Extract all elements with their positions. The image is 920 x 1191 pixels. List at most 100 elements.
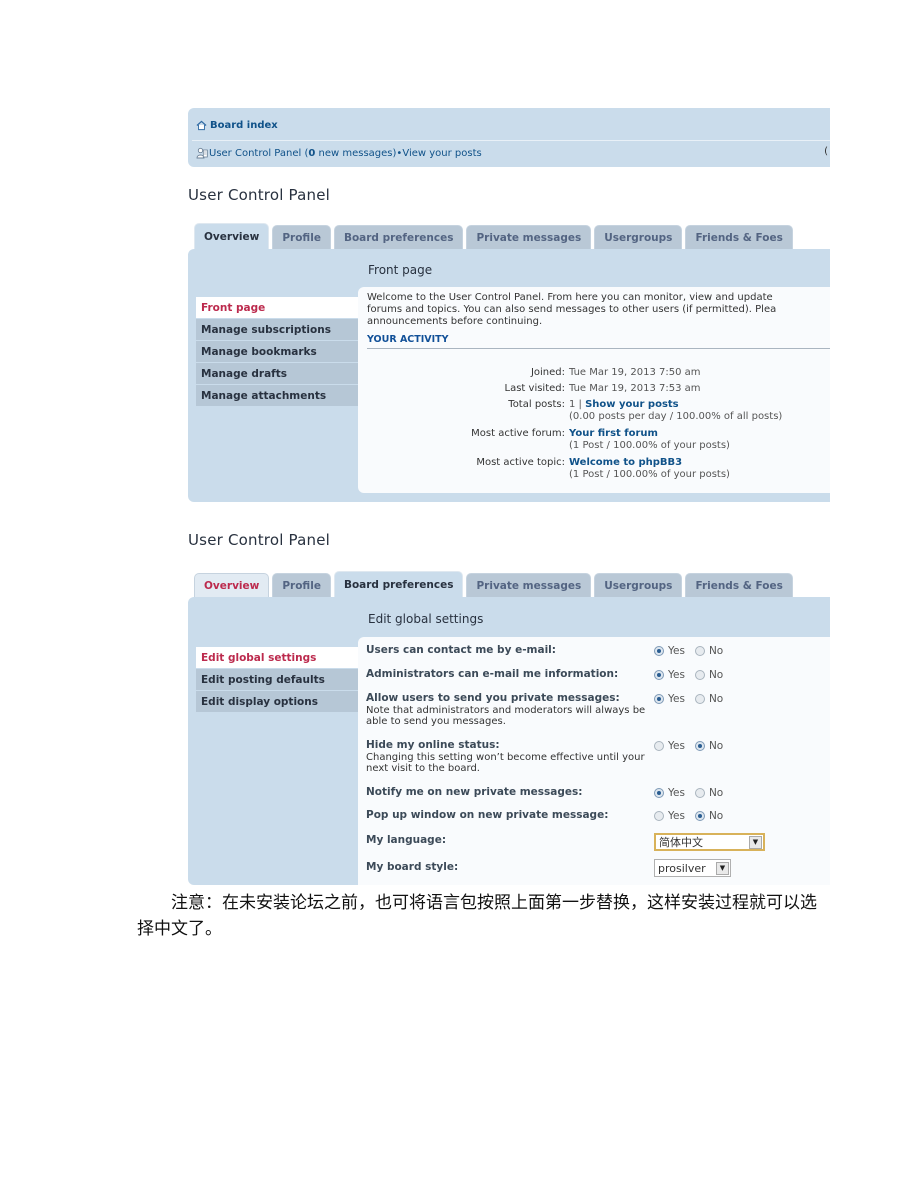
tab-profile[interactable]: Profile xyxy=(272,225,331,249)
ucp-tabs: Overview Profile Board preferences Priva… xyxy=(194,571,793,597)
setting-row: Administrators can e-mail me information… xyxy=(366,668,826,681)
setting-note: Changing this setting won’t become effec… xyxy=(366,751,645,775)
total-posts-label: Total posts: xyxy=(508,399,565,410)
radio-group: Yes No xyxy=(654,693,729,705)
welcome-line: Welcome to the User Control Panel. From … xyxy=(367,292,773,303)
radio-no[interactable] xyxy=(694,788,705,798)
tab-board-preferences[interactable]: Board preferences xyxy=(333,225,464,249)
navbar-divider xyxy=(192,140,830,141)
page-title: User Control Panel xyxy=(188,186,331,204)
yes-label: Yes xyxy=(668,645,685,657)
setting-title: Notify me on new private messages: xyxy=(366,786,583,798)
most-active-forum-link[interactable]: Your first forum xyxy=(569,428,658,439)
ucp-link[interactable]: User Control Panel (0 new messages) xyxy=(209,148,396,159)
navbar: Board index User Control Panel (0 new me… xyxy=(188,108,830,167)
tab-usergroups[interactable]: Usergroups xyxy=(594,573,683,597)
tab-friends-foes[interactable]: Friends & Foes xyxy=(685,225,793,249)
chevron-down-icon[interactable]: ▼ xyxy=(716,861,729,875)
tab-board-preferences[interactable]: Board preferences xyxy=(333,571,464,597)
setting-title: Pop up window on new private message: xyxy=(366,809,609,821)
language-select[interactable]: 简体中文 ▼ xyxy=(654,833,765,851)
total-posts-detail: (0.00 posts per day / 100.00% of all pos… xyxy=(569,411,783,422)
most-active-topic-value: Welcome to phpBB3 (1 Post / 100.00% of y… xyxy=(569,457,730,481)
section-title: Front page xyxy=(368,263,433,277)
setting-note: Note that administrators and moderators … xyxy=(366,704,646,728)
section-title: Edit global settings xyxy=(368,612,484,626)
radio-group: Yes No xyxy=(654,787,729,799)
radio-no[interactable] xyxy=(694,670,705,680)
radio-group: Yes No xyxy=(654,810,729,822)
style-select[interactable]: prosilver ▼ xyxy=(654,859,731,877)
menu-edit-posting-defaults[interactable]: Edit posting defaults xyxy=(196,669,364,691)
activity-joined: Joined: Tue Mar 19, 2013 7:50 am xyxy=(358,367,828,379)
radio-no[interactable] xyxy=(694,811,705,821)
setting-label: Hide my online status: Changing this sett… xyxy=(366,739,654,775)
setting-label: Pop up window on new private message: xyxy=(366,809,654,822)
setting-row: Allow users to send you private messages… xyxy=(366,692,826,728)
no-label: No xyxy=(708,669,724,681)
tab-private-messages[interactable]: Private messages xyxy=(466,573,592,597)
radio-no[interactable] xyxy=(694,694,705,704)
tab-usergroups[interactable]: Usergroups xyxy=(594,225,683,249)
setting-label: Administrators can e-mail me information… xyxy=(366,668,654,681)
total-posts-count: 1 | xyxy=(569,399,586,410)
no-label: No xyxy=(708,740,724,752)
menu-manage-attachments[interactable]: Manage attachments xyxy=(196,385,364,407)
welcome-text: Welcome to the User Control Panel. From … xyxy=(367,292,837,328)
board-index-link[interactable]: Board index xyxy=(196,118,278,132)
tab-profile[interactable]: Profile xyxy=(272,573,331,597)
radio-no[interactable] xyxy=(694,741,705,751)
most-active-topic-label: Most active topic: xyxy=(476,457,565,468)
tab-overview[interactable]: Overview xyxy=(194,223,270,249)
setting-label: Allow users to send you private messages… xyxy=(366,692,654,728)
ucp-link-text: User Control Panel ( xyxy=(209,147,309,159)
radio-yes[interactable] xyxy=(654,646,664,656)
activity-most-active-topic: Most active topic: Welcome to phpBB3 (1 … xyxy=(358,457,828,481)
joined-value: Tue Mar 19, 2013 7:50 am xyxy=(569,367,701,378)
menu-manage-bookmarks[interactable]: Manage bookmarks xyxy=(196,341,364,363)
yes-label: Yes xyxy=(668,693,685,705)
no-label: No xyxy=(708,693,724,705)
activity-most-active-forum: Most active forum: Your first forum (1 P… xyxy=(358,428,828,452)
your-activity-heading: YOUR ACTIVITY xyxy=(367,334,830,349)
setting-title: Users can contact me by e-mail: xyxy=(366,644,556,656)
board-index-label[interactable]: Board index xyxy=(210,120,278,131)
overview-content: Welcome to the User Control Panel. From … xyxy=(358,287,830,493)
radio-group: Yes No xyxy=(654,740,729,752)
settings-form: Users can contact me by e-mail: Yes No A… xyxy=(358,637,830,885)
radio-yes[interactable] xyxy=(654,788,664,798)
menu-edit-global-settings[interactable]: Edit global settings xyxy=(196,647,368,669)
menu-front-page[interactable]: Front page xyxy=(196,297,368,319)
radio-yes[interactable] xyxy=(654,741,664,751)
setting-title: Administrators can e-mail me information… xyxy=(366,668,619,680)
language-value: 简体中文 xyxy=(659,836,703,849)
most-active-forum-label: Most active forum: xyxy=(471,428,565,439)
activity-total-posts: Total posts: 1 | Show your posts (0.00 p… xyxy=(358,399,828,423)
radio-yes[interactable] xyxy=(654,670,664,680)
user-control-panel-icon xyxy=(196,147,208,159)
setting-row-style: My board style: prosilver ▼ xyxy=(366,859,826,877)
view-posts-link[interactable]: View your posts xyxy=(402,148,481,159)
no-label: No xyxy=(708,787,724,799)
menu-manage-drafts[interactable]: Manage drafts xyxy=(196,363,364,385)
language-label: My language: xyxy=(366,834,447,846)
menu-edit-display-options[interactable]: Edit display options xyxy=(196,691,364,713)
setting-row: Users can contact me by e-mail: Yes No xyxy=(366,644,826,657)
radio-no[interactable] xyxy=(694,646,705,656)
tab-private-messages[interactable]: Private messages xyxy=(466,225,592,249)
radio-yes[interactable] xyxy=(654,811,664,821)
tab-friends-foes[interactable]: Friends & Foes xyxy=(685,573,793,597)
most-active-topic-link[interactable]: Welcome to phpBB3 xyxy=(569,457,682,468)
show-your-posts-link[interactable]: Show your posts xyxy=(585,399,679,410)
chevron-down-icon[interactable]: ▼ xyxy=(749,835,762,849)
side-menu: Front page Manage subscriptions Manage b… xyxy=(196,297,368,407)
clipped-link[interactable]: ( xyxy=(824,146,828,157)
chinese-note: 注意：在未安装论坛之前，也可将语言包按照上面第一步替换，这样安装过程就可以选择中… xyxy=(137,890,817,942)
radio-yes[interactable] xyxy=(654,694,664,704)
menu-manage-subscriptions[interactable]: Manage subscriptions xyxy=(196,319,364,341)
page-title: User Control Panel xyxy=(188,531,331,549)
setting-label: Users can contact me by e-mail: xyxy=(366,644,654,657)
ucp-tabs: Overview Profile Board preferences Priva… xyxy=(194,223,793,249)
tab-overview[interactable]: Overview xyxy=(194,573,270,597)
most-active-forum-value: Your first forum (1 Post / 100.00% of yo… xyxy=(569,428,730,452)
